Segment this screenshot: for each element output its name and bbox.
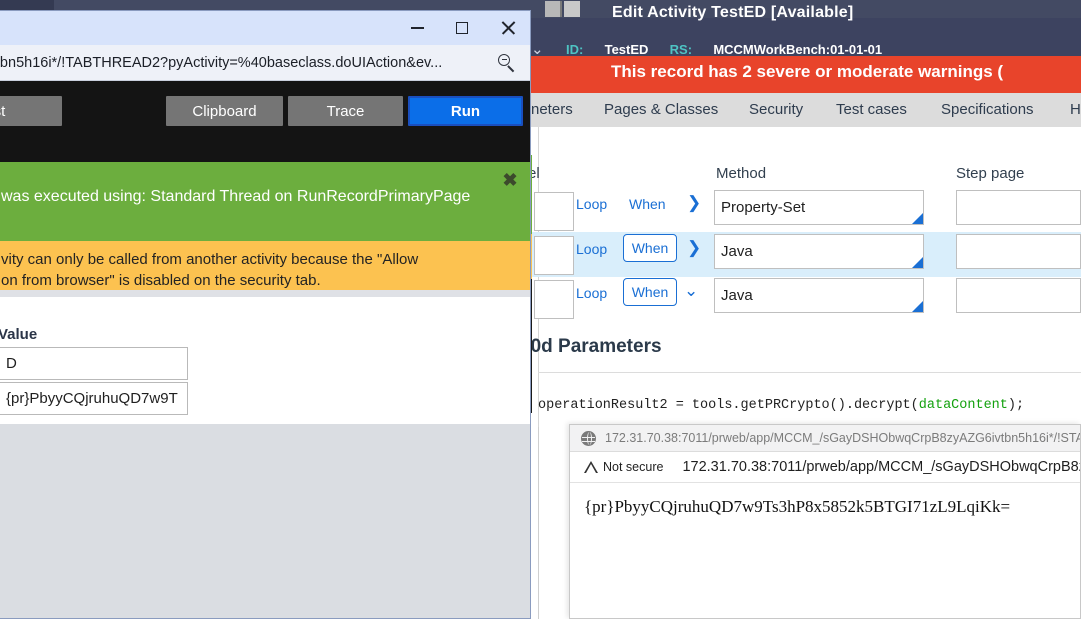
status-badge[interactable]: Not secure	[578, 456, 673, 478]
taskbar-button-2[interactable]	[564, 1, 580, 17]
popup-page-body: {pr}PbyyCQjruhuQD7w9Ts3hP8x5852k5BTGI71z…	[570, 483, 1080, 618]
method-select-value-2: Java	[721, 243, 753, 260]
id-value: TestED	[604, 42, 649, 57]
popup-address-bar[interactable]: Not secure 172.31.70.38:7011/prweb/app/M…	[570, 452, 1080, 483]
when-button-label-3: When	[631, 284, 669, 300]
step-page-input-1[interactable]	[956, 190, 1081, 225]
tab-parameters[interactable]: neters	[531, 101, 573, 118]
close-icon	[501, 21, 515, 35]
close-button[interactable]	[485, 11, 530, 45]
parameter-value-text-1: D	[6, 355, 17, 372]
clipboard-label: Clipboard	[192, 102, 257, 120]
method-select-3[interactable]: Java	[714, 278, 924, 313]
tab-history[interactable]: H	[1070, 101, 1081, 118]
success-banner-text: was executed using: Standard Thread on R…	[1, 188, 471, 205]
dropdown-corner-icon	[912, 257, 923, 268]
loop-link-3[interactable]: Loop	[576, 285, 607, 301]
loop-link-2[interactable]: Loop	[576, 241, 607, 257]
warning-banner-line-2: on from browser" is disabled on the secu…	[1, 272, 321, 289]
minimize-icon	[410, 27, 424, 29]
maximize-button[interactable]	[439, 11, 485, 45]
dialog-title-bar[interactable]	[0, 11, 530, 45]
magnifier-icon[interactable]	[498, 54, 516, 73]
method-select-value-1: Property-Set	[721, 199, 806, 216]
code-suffix: );	[1007, 398, 1025, 413]
not-secure-label: Not secure	[603, 460, 664, 474]
convert-to-test-label: Convert to test	[0, 102, 6, 120]
when-button-3[interactable]: When	[623, 278, 677, 306]
step-page-input-3[interactable]	[956, 278, 1081, 313]
row-label-input-1[interactable]	[534, 192, 574, 231]
parameter-value-text-2: {pr}PbyyCQjruhuQD7w9T	[6, 390, 178, 407]
id-label: ID:	[566, 42, 584, 57]
dialog-url-bar[interactable]: 8zyAZG6ivtbn5h16i*/!TABTHREAD2?pyActivit…	[0, 45, 530, 81]
chevron-right-icon[interactable]: ❯	[687, 193, 701, 213]
screen-root: Edit Activity TestED [Available] ⌄ ID: T…	[0, 0, 1081, 619]
dialog-section-separator	[0, 290, 530, 297]
minimize-button[interactable]	[394, 11, 440, 45]
convert-to-test-button[interactable]: Convert to test	[0, 96, 62, 126]
trace-button[interactable]: Trace	[288, 96, 403, 126]
app-window-title: Edit Activity TestED [Available]	[612, 4, 854, 21]
record-meta: ID: TestED RS: MCCMWorkBench:01-01-01	[566, 42, 882, 57]
parameter-value-input-2[interactable]: {pr}PbyyCQjruhuQD7w9T	[0, 382, 188, 415]
when-button-label-2: When	[631, 240, 669, 256]
clipboard-button[interactable]: Clipboard	[166, 96, 283, 126]
trace-label: Trace	[326, 102, 365, 120]
row-label-input-2[interactable]	[534, 236, 574, 275]
value-column-header: Value	[0, 326, 38, 343]
method-select-2[interactable]: Java	[714, 234, 924, 269]
tab-test-cases[interactable]: Test cases	[836, 101, 907, 118]
method-select-value-3: Java	[721, 287, 753, 304]
dropdown-corner-icon	[912, 301, 923, 312]
tab-security[interactable]: Security	[749, 101, 803, 118]
record-warning-text: This record has 2 severe or moderate war…	[611, 62, 1004, 81]
column-header-method: Method	[716, 165, 767, 182]
warning-banner-text: vity can only be called from another act…	[1, 249, 530, 291]
popup-body-text: {pr}PbyyCQjruhuQD7w9Ts3hP8x5852k5BTGI71z…	[584, 497, 1011, 516]
tab-pages-and-classes[interactable]: Pages & Classes	[604, 101, 718, 118]
code-argument: dataContent	[918, 398, 1008, 413]
dropdown-corner-icon	[912, 213, 923, 224]
taskbar-button-1[interactable]	[545, 1, 562, 17]
parameter-value-input-1[interactable]: D	[0, 347, 188, 380]
magnifier-plus	[502, 59, 507, 61]
success-banner-close-icon[interactable]: ✖	[499, 170, 521, 190]
popup-tab-strip[interactable]: 172.31.70.38:7011/prweb/app/MCCM_/sGayDS…	[570, 425, 1081, 452]
content-left-divider-lower	[538, 427, 539, 619]
popup-url-text[interactable]: 172.31.70.38:7011/prweb/app/MCCM_/sGayDS…	[682, 459, 1080, 475]
when-link-1[interactable]: When	[629, 196, 666, 212]
run-activity-dialog[interactable]: 8zyAZG6ivtbn5h16i*/!TABTHREAD2?pyActivit…	[0, 10, 531, 619]
run-button[interactable]: Run	[408, 96, 523, 126]
column-header-step-page: Step page	[956, 165, 1025, 182]
globe-icon	[581, 430, 596, 446]
dialog-lower-blank-area	[0, 424, 530, 618]
row-label-input-3[interactable]	[534, 280, 574, 319]
chevron-right-icon[interactable]: ❯	[687, 238, 701, 258]
maximize-icon	[456, 22, 468, 34]
dialog-url-text[interactable]: 8zyAZG6ivtbn5h16i*/!TABTHREAD2?pyActivit…	[0, 55, 530, 71]
magnifier-handle	[507, 65, 515, 73]
loop-link-1[interactable]: Loop	[576, 196, 607, 212]
code-prefix: operationResult2 = tools.getPRCrypto().d…	[538, 398, 919, 413]
method-parameters-heading: 10d Parameters	[520, 336, 662, 357]
method-select-1[interactable]: Property-Set	[714, 190, 924, 225]
warning-triangle-icon	[584, 461, 598, 473]
content-left-gutter	[530, 427, 538, 619]
run-label: Run	[450, 102, 481, 120]
rs-label: RS:	[669, 42, 693, 57]
method-parameters-divider	[538, 372, 1081, 373]
warning-banner-line-1: vity can only be called from another act…	[1, 251, 419, 268]
rs-value: MCCMWorkBench:01-01-01	[713, 42, 883, 57]
chevron-down-icon[interactable]: ⌄	[684, 281, 698, 301]
tab-specifications[interactable]: Specifications	[941, 101, 1034, 118]
code-line: operationResult2 = tools.getPRCrypto().d…	[538, 398, 1024, 413]
popup-tab-title: 172.31.70.38:7011/prweb/app/MCCM_/sGayDS…	[605, 431, 1081, 445]
when-button-2[interactable]: When	[623, 234, 677, 262]
browser-popup-window[interactable]: 172.31.70.38:7011/prweb/app/MCCM_/sGayDS…	[569, 424, 1081, 619]
step-page-input-2[interactable]	[956, 234, 1081, 269]
